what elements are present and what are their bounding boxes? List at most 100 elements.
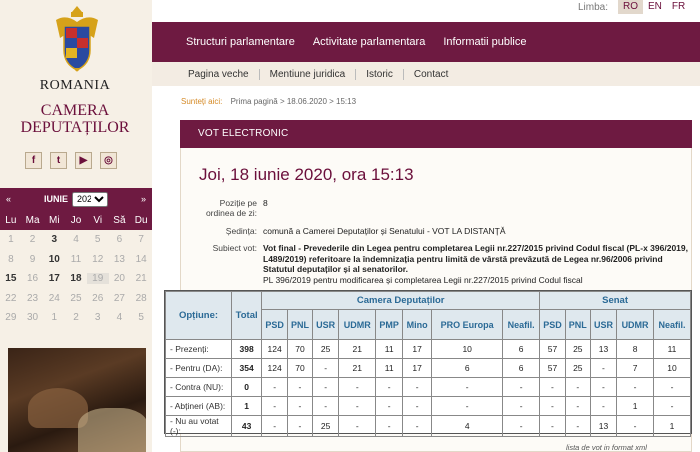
secondary-nav: Pagina veche Mentiune juridica Istoric C…: [152, 62, 700, 86]
chamber-cell: 124: [261, 339, 288, 359]
nav-mentiune-juridica[interactable]: Mentiune juridica: [260, 68, 357, 80]
site-title[interactable]: CAMERA DEPUTAȚILOR: [0, 102, 150, 136]
senate-party-header: UDMR: [616, 309, 654, 340]
position-label: Poziție pe ordinea de zi:: [177, 198, 257, 218]
subject-extra: PL 396/2019 pentru modificarea și comple…: [263, 274, 583, 285]
calendar-day[interactable]: 26: [87, 293, 109, 304]
calendar-day[interactable]: 1: [0, 234, 22, 245]
table-row: - Pentru (DA): 354 124 70-21 11 17 6 6 57 25-7 10: [165, 358, 691, 378]
calendar-day[interactable]: 30: [22, 312, 44, 323]
chamber-cell: 11: [375, 339, 404, 359]
calendar-prev-button[interactable]: «: [6, 194, 11, 204]
chamber-cell: -: [402, 377, 433, 397]
calendar-day[interactable]: 3: [43, 234, 65, 245]
calendar-day[interactable]: 2: [22, 234, 44, 245]
senate-cell: -: [539, 377, 566, 397]
calendar-day[interactable]: 14: [130, 254, 152, 265]
col-options: Opțiune:: [165, 291, 232, 340]
calendar-day[interactable]: 29: [0, 312, 22, 323]
senate-cell: 57: [539, 358, 566, 378]
calendar-day[interactable]: 19: [86, 273, 109, 285]
nav-pagina-veche[interactable]: Pagina veche: [178, 68, 260, 80]
nav-istoric[interactable]: Istoric: [356, 68, 404, 80]
calendar-day[interactable]: 13: [109, 254, 131, 265]
senate-cell: -: [539, 396, 566, 416]
chamber-party-header: Mino: [402, 309, 433, 340]
social-links: f t ▶ ◎: [25, 152, 117, 169]
row-total: 43: [230, 415, 263, 437]
calendar-day[interactable]: 7: [130, 234, 152, 245]
nav-activitate[interactable]: Activitate parlamentara: [313, 36, 426, 48]
calendar-day[interactable]: 6: [109, 234, 131, 245]
nav-contact[interactable]: Contact: [404, 69, 458, 80]
chamber-cell: 17: [402, 358, 433, 378]
youtube-icon[interactable]: ▶: [75, 152, 92, 169]
subject-title: Vot final - Prevederile din Legea pentru…: [263, 243, 688, 274]
calendar-day[interactable]: 25: [65, 293, 87, 304]
breadcrumb-path[interactable]: Prima pagină > 18.06.2020 > 15:13: [231, 97, 356, 106]
row-label: - Nu au votat (-):: [165, 415, 232, 437]
calendar-day[interactable]: 16: [22, 273, 44, 284]
chamber-cell: -: [402, 396, 433, 416]
chamber-cell: 25: [311, 339, 340, 359]
page: ROMANIA CAMERA DEPUTAȚILOR f t ▶ ◎ « IUN…: [0, 0, 700, 452]
country-name: ROMANIA: [39, 78, 111, 93]
calendar-day[interactable]: 27: [109, 293, 131, 304]
calendar-day[interactable]: 3: [87, 312, 109, 323]
breadcrumb-label: Sunteți aici:: [181, 97, 223, 106]
twitter-icon[interactable]: t: [50, 152, 67, 169]
calendar-day[interactable]: 12: [87, 254, 109, 265]
calendar-weekday: Jo: [70, 214, 82, 226]
language-en[interactable]: EN: [643, 0, 667, 14]
calendar-day[interactable]: 15: [0, 273, 22, 284]
row-label: - Contra (NU):: [165, 377, 232, 397]
calendar-next-button[interactable]: »: [141, 194, 146, 204]
table-row: - Nu au votat (-): 43- -25- - -4- - -13-1: [165, 415, 691, 437]
calendar-day[interactable]: 9: [22, 254, 44, 265]
calendar-day[interactable]: 20: [109, 273, 131, 284]
calendar-day[interactable]: 18: [65, 273, 87, 284]
calendar-day[interactable]: 8: [0, 254, 22, 265]
chamber-cell: -: [375, 396, 404, 416]
calendar-day[interactable]: 5: [87, 234, 109, 245]
chamber-cell: 6: [502, 358, 541, 378]
senate-cell: -: [589, 396, 618, 416]
senate-cell: 13: [589, 415, 618, 437]
language-fr[interactable]: FR: [667, 0, 690, 14]
chamber-party-header: Neafil.: [502, 309, 541, 340]
chamber-cell: -: [311, 358, 340, 378]
calendar-day[interactable]: 22: [0, 293, 22, 304]
senate-cell: 7: [616, 358, 654, 378]
parliament-photo[interactable]: [8, 348, 146, 452]
calendar-day[interactable]: 24: [43, 293, 65, 304]
facebook-icon[interactable]: f: [25, 152, 42, 169]
nav-structuri[interactable]: Structuri parlamentare: [186, 36, 295, 48]
senate-cell: 25: [564, 358, 591, 378]
calendar-day[interactable]: 1: [43, 312, 65, 323]
xml-list-link[interactable]: lista de vot in format xml: [566, 443, 647, 452]
row-label: - Pentru (DA):: [165, 358, 232, 378]
calendar-day[interactable]: 4: [109, 312, 131, 323]
calendar-day[interactable]: 10: [43, 254, 65, 265]
calendar-day[interactable]: 11: [65, 254, 87, 265]
calendar-day[interactable]: 2: [65, 312, 87, 323]
language-ro[interactable]: RO: [618, 0, 644, 14]
chamber-cell: -: [261, 396, 288, 416]
calendar-year-select[interactable]: 2020: [72, 191, 108, 207]
instagram-icon[interactable]: ◎: [100, 152, 117, 169]
senate-party-header: PSD: [539, 309, 566, 340]
senate-cell: -: [564, 396, 591, 416]
calendar-day[interactable]: 4: [65, 234, 87, 245]
calendar-day[interactable]: 21: [130, 273, 152, 284]
row-total: 1: [230, 396, 263, 416]
vote-date: Joi, 18 iunie 2020, ora 15:13: [199, 165, 414, 184]
chamber-cell: 21: [338, 358, 377, 378]
coat-of-arms-logo: [56, 6, 98, 72]
calendar-day[interactable]: 28: [130, 293, 152, 304]
site-title-line1: CAMERA: [40, 102, 110, 119]
nav-informatii[interactable]: Informatii publice: [443, 36, 526, 48]
calendar-day[interactable]: 5: [130, 312, 152, 323]
calendar-day[interactable]: 17: [43, 273, 65, 284]
chamber-cell: -: [502, 377, 541, 397]
calendar-day[interactable]: 23: [22, 293, 44, 304]
